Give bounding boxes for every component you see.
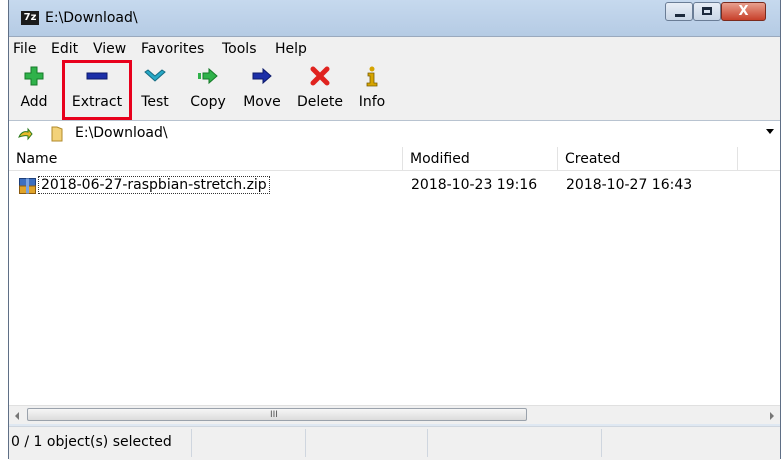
column-header-spacer: [738, 147, 780, 171]
add-label: Add: [20, 94, 48, 110]
close-button[interactable]: X: [721, 2, 766, 21]
maximize-button[interactable]: [693, 2, 721, 21]
info-button[interactable]: Info: [355, 60, 389, 120]
7zip-app-icon: 7z: [21, 11, 39, 25]
file-modified: 2018-10-23 19:16: [411, 177, 538, 193]
address-bar[interactable]: E:\Download\: [9, 120, 780, 148]
menu-edit[interactable]: Edit: [51, 41, 78, 57]
address-path[interactable]: E:\Download\: [75, 125, 168, 141]
column-header-created[interactable]: Created: [558, 147, 738, 171]
scroll-right-icon[interactable]: [770, 412, 774, 420]
file-created: 2018-10-27 16:43: [566, 177, 693, 193]
column-header-modified[interactable]: Modified: [403, 147, 558, 171]
column-modified-label: Modified: [410, 151, 470, 167]
file-name[interactable]: 2018-06-27-raspbian-stretch.zip: [38, 176, 270, 194]
file-list: Name Modified Created 2018-06-27-raspbia…: [9, 147, 780, 405]
title-bar: 7z E:\Download\ X: [9, 0, 780, 36]
up-folder-icon[interactable]: [17, 126, 33, 142]
copy-label: Copy: [190, 94, 226, 110]
maximize-icon: [702, 7, 712, 15]
move-button[interactable]: Move: [235, 60, 289, 120]
delete-label: Delete: [297, 94, 343, 110]
copy-button[interactable]: Copy: [185, 60, 231, 120]
move-arrow-icon: [252, 67, 272, 85]
test-button[interactable]: Test: [133, 60, 177, 120]
status-separator: [601, 429, 602, 457]
plus-icon: [24, 66, 44, 86]
menu-view[interactable]: View: [93, 41, 126, 57]
check-icon: [144, 69, 166, 82]
status-separator: [305, 429, 306, 457]
menu-help[interactable]: Help: [275, 41, 307, 57]
info-label: Info: [358, 94, 386, 110]
add-button[interactable]: Add: [13, 60, 55, 120]
menu-file[interactable]: File: [13, 41, 36, 57]
folder-icon: [51, 126, 63, 142]
test-label: Test: [141, 94, 169, 110]
window-title: E:\Download\: [45, 10, 138, 26]
horizontal-scrollbar[interactable]: III: [9, 405, 780, 424]
address-dropdown-icon[interactable]: [766, 129, 774, 134]
status-text: 0 / 1 object(s) selected: [11, 434, 172, 450]
menu-bar: File Edit View Favorites Tools Help: [9, 36, 780, 61]
scrollbar-thumb[interactable]: III: [27, 408, 527, 421]
menu-tools[interactable]: Tools: [222, 41, 257, 57]
column-header-name[interactable]: Name: [9, 147, 403, 171]
menu-favorites[interactable]: Favorites: [141, 41, 204, 57]
status-separator: [427, 429, 428, 457]
minimize-button[interactable]: [665, 2, 693, 21]
delete-x-icon: [310, 66, 330, 86]
extract-highlight-box: [62, 60, 132, 120]
delete-button[interactable]: Delete: [293, 60, 347, 120]
column-name-label: Name: [16, 151, 58, 167]
move-label: Move: [243, 94, 281, 110]
info-icon: [366, 66, 378, 87]
status-bar: 0 / 1 object(s) selected: [9, 426, 780, 460]
scrollbar-grip: III: [270, 410, 278, 420]
status-separator: [191, 429, 192, 457]
file-row[interactable]: 2018-06-27-raspbian-stretch.zip 2018-10-…: [9, 175, 780, 197]
scroll-left-icon[interactable]: [15, 412, 19, 420]
archive-window: 7z E:\Download\ X File Edit View Favorit…: [8, 0, 781, 460]
column-created-label: Created: [565, 151, 621, 167]
minimize-icon: [675, 14, 685, 17]
zip-file-icon: [19, 178, 36, 194]
copy-arrow-icon: [198, 67, 218, 85]
